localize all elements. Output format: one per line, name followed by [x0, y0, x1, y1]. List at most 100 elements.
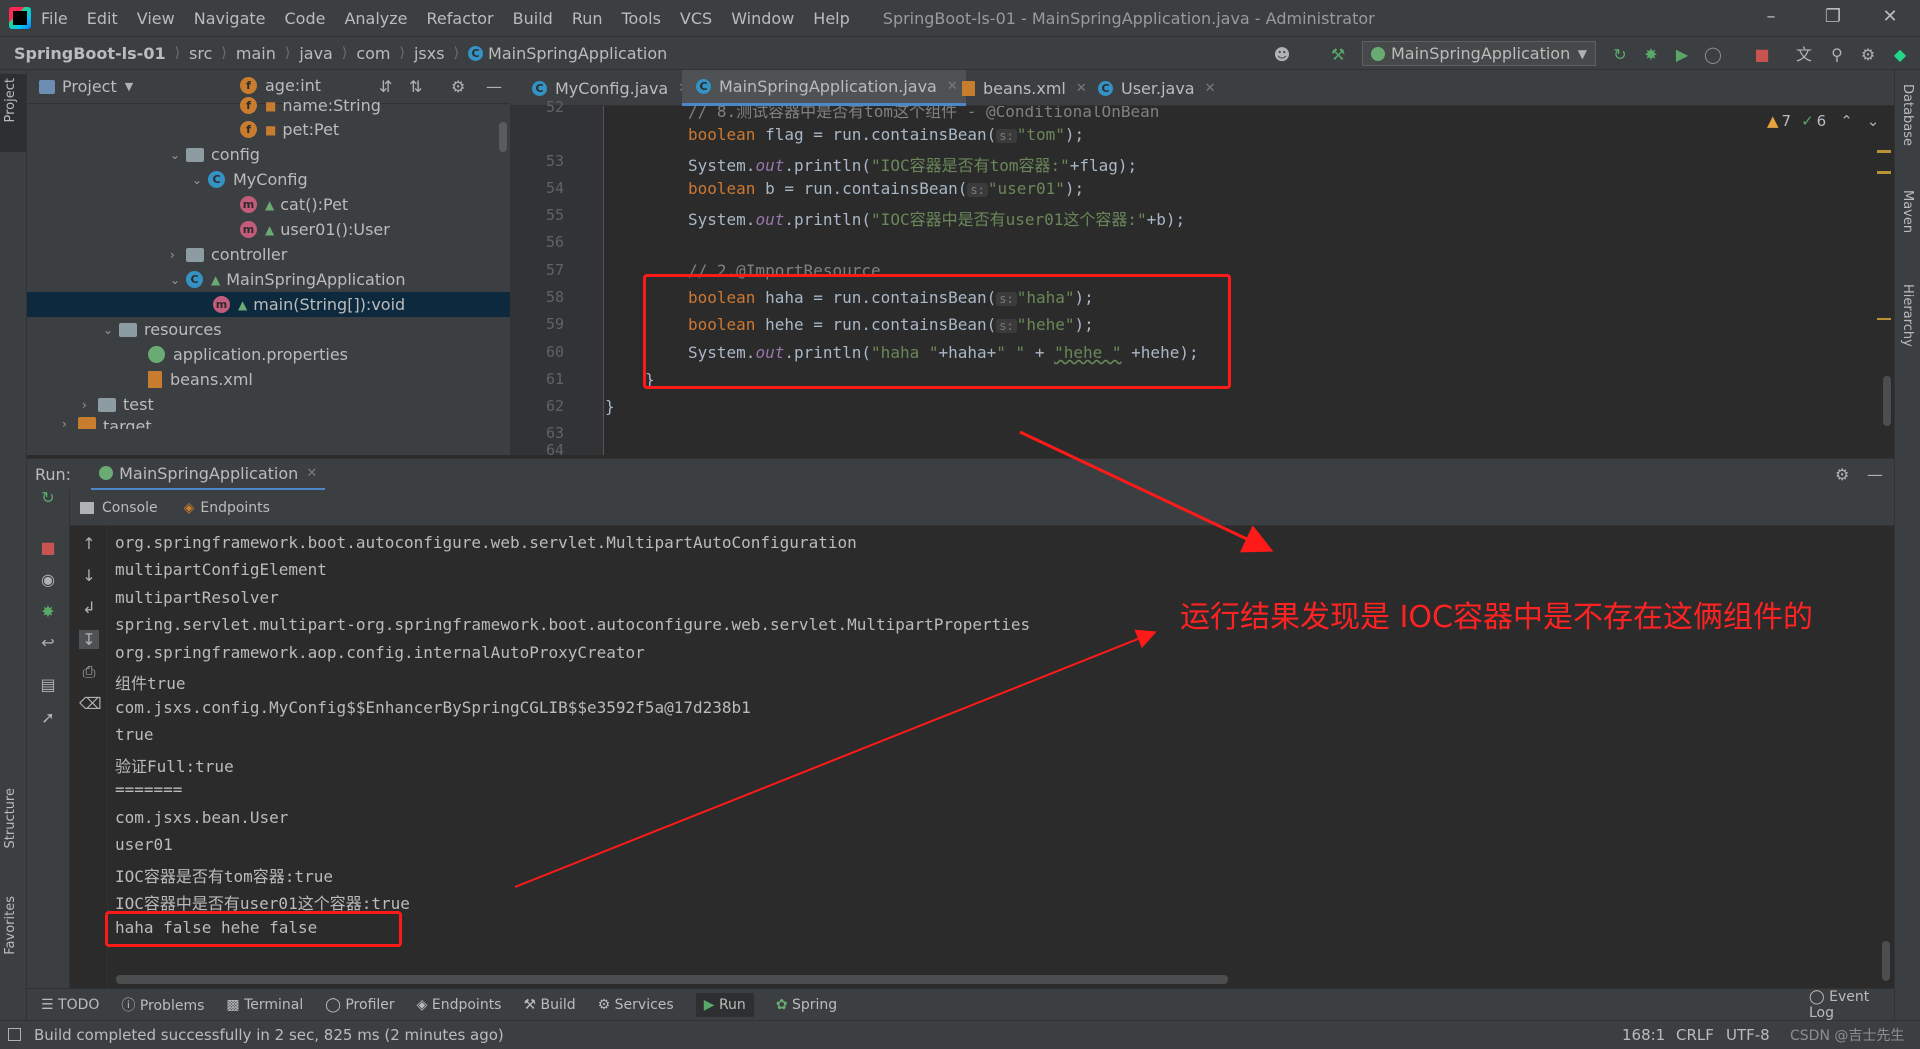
gear-icon[interactable]: ⚙ [1858, 45, 1878, 65]
chevron-down-icon[interactable]: ▼ [125, 80, 133, 93]
stop-icon[interactable]: ■ [1752, 45, 1772, 65]
breadcrumb-src[interactable]: src [189, 44, 212, 63]
tool-tab-todo[interactable]: ☰ TODO [41, 997, 99, 1013]
tool-tab-endpoints[interactable]: ◈ Endpoints [417, 997, 502, 1013]
menu-analyze[interactable]: Analyze [344, 9, 407, 28]
maven-tool-tab[interactable]: Maven [1900, 190, 1915, 233]
chevron-down-icon[interactable]: ⌄ [170, 273, 186, 287]
menu-help[interactable]: Help [813, 9, 849, 28]
trash-icon[interactable]: ⌫ [79, 694, 102, 713]
chevron-up-icon[interactable]: ⌃ [1840, 112, 1853, 130]
tree-item[interactable]: ⌄ C MyConfig [192, 167, 308, 192]
menu-tools[interactable]: Tools [622, 9, 661, 28]
tree-item-selected[interactable]: m ▲ main(String[]):void [27, 292, 510, 317]
camera-icon[interactable]: ◉ [38, 570, 58, 589]
tool-tab-event-log[interactable]: ◯ Event Log [1809, 989, 1886, 1021]
chevron-down-icon[interactable]: ⌄ [170, 148, 186, 162]
debug-icon[interactable]: ✸ [1641, 45, 1661, 65]
status-toggle-icon[interactable] [8, 1028, 21, 1041]
tab-user[interactable]: C User.java ✕ [1084, 70, 1216, 106]
exit-icon[interactable]: ↩ [38, 633, 58, 652]
minimize-icon[interactable]: – [1760, 6, 1782, 27]
console-v-scrollbar[interactable] [1882, 941, 1890, 981]
stop-icon[interactable]: ■ [38, 538, 58, 557]
menu-code[interactable]: Code [285, 9, 326, 28]
breadcrumb-project[interactable]: SpringBoot-ls-01 [14, 44, 166, 63]
run-configuration-select[interactable]: MainSpringApplication ▼ [1362, 41, 1596, 66]
hide-panel-icon[interactable]: — [1867, 465, 1883, 484]
breadcrumb-jsxs[interactable]: jsxs [414, 44, 445, 63]
menu-refactor[interactable]: Refactor [427, 9, 494, 28]
chevron-right-icon[interactable]: › [170, 248, 186, 262]
layout-icon[interactable]: ▤ [38, 675, 58, 694]
line-separator[interactable]: CRLF [1676, 1026, 1714, 1044]
print-icon[interactable]: ⎙ [79, 662, 99, 682]
menu-edit[interactable]: Edit [87, 9, 118, 28]
menu-build[interactable]: Build [513, 9, 553, 28]
tool-tab-build[interactable]: ⚒ Build [523, 997, 575, 1013]
rerun-icon[interactable]: ↻ [38, 488, 58, 507]
collapse-all-icon[interactable]: ⇅ [409, 77, 422, 96]
plugin-icon[interactable]: ◆ [1890, 45, 1910, 65]
tool-tab-terminal[interactable]: ▩ Terminal [226, 997, 303, 1013]
tab-mainspringapplication[interactable]: C MainSpringApplication.java ✕ [682, 70, 966, 106]
caret-position[interactable]: 168:1 [1622, 1026, 1665, 1044]
inspection-widget[interactable]: ▲ 7 ✓ 6 ⌃ ⌄ [1767, 112, 1879, 130]
tree-item[interactable]: ⌄ C ▲ MainSpringApplication [170, 267, 405, 292]
subtab-endpoints[interactable]: ◈ Endpoints [184, 500, 270, 516]
hammer-build-icon[interactable]: ⚒ [1328, 45, 1348, 65]
tool-tab-problems[interactable]: ⓘ Problems [121, 995, 204, 1015]
menu-view[interactable]: View [137, 9, 175, 28]
profile-icon[interactable]: ◯ [1703, 45, 1723, 65]
menu-vcs[interactable]: VCS [680, 9, 712, 28]
close-tab-icon[interactable]: ✕ [1205, 81, 1216, 96]
menu-navigate[interactable]: Navigate [194, 9, 266, 28]
expand-all-icon[interactable]: ⇵ [379, 77, 392, 96]
debug-icon[interactable]: ✸ [38, 602, 58, 621]
coverage-icon[interactable]: ▶ [1672, 45, 1692, 65]
hierarchy-tool-tab[interactable]: Hierarchy [1900, 284, 1915, 347]
tree-item[interactable]: › controller [170, 242, 287, 267]
tool-tab-profiler[interactable]: ◯ Profiler [325, 997, 394, 1013]
subtab-console[interactable]: Console [80, 500, 158, 516]
file-encoding[interactable]: UTF-8 [1726, 1026, 1770, 1044]
chevron-down-icon[interactable]: ⌄ [103, 323, 119, 337]
gear-icon[interactable]: ⚙ [451, 77, 465, 96]
breadcrumb-main[interactable]: main [236, 44, 276, 63]
chevron-right-icon[interactable]: › [82, 398, 98, 412]
chevron-down-icon[interactable]: ⌄ [192, 173, 208, 187]
close-tab-icon[interactable]: ✕ [306, 466, 317, 481]
translate-icon[interactable]: 文 [1794, 45, 1814, 65]
search-icon[interactable]: ⚲ [1827, 45, 1847, 65]
pin-icon[interactable]: ➚ [38, 708, 58, 727]
tree-item[interactable]: › test [82, 392, 154, 417]
favorites-tool-tab[interactable]: Favorites [3, 896, 18, 955]
warning-stripe-mark[interactable] [1877, 150, 1891, 174]
database-tool-tab[interactable]: Database [1900, 84, 1915, 146]
chevron-down-icon[interactable]: ⌄ [1867, 112, 1880, 130]
tree-item[interactable]: f ■ pet:Pet [240, 117, 339, 142]
project-panel-title[interactable]: Project [62, 77, 117, 96]
tree-item[interactable]: beans.xml [148, 367, 253, 392]
user-icon[interactable]: ☻ [1272, 45, 1292, 65]
soft-wrap-icon[interactable]: ↲ [79, 598, 99, 617]
tree-item[interactable]: m ▲ user01():User [240, 217, 390, 242]
tree-item[interactable]: m ▲ cat():Pet [240, 192, 348, 217]
tree-item[interactable]: › target [62, 417, 152, 429]
scroll-to-end-icon[interactable]: ↧ [79, 630, 99, 649]
tree-scrollbar[interactable] [499, 122, 507, 152]
breadcrumb-java[interactable]: java [299, 44, 333, 63]
tool-tab-spring[interactable]: ✿ Spring [776, 997, 837, 1013]
tool-tab-run[interactable]: ▶ Run [695, 992, 754, 1017]
editor-scrollbar[interactable] [1883, 376, 1891, 426]
restore-icon[interactable]: ❐ [1822, 6, 1844, 27]
tree-item[interactable]: ⌄ config [170, 142, 260, 167]
tree-item[interactable]: f ■ name:String [240, 93, 381, 118]
warning-stripe-mark[interactable] [1877, 318, 1891, 320]
menu-run[interactable]: Run [572, 9, 603, 28]
rerun-icon[interactable]: ↻ [1610, 45, 1630, 65]
breadcrumb-class[interactable]: MainSpringApplication [488, 44, 667, 63]
chevron-right-icon[interactable]: › [62, 417, 78, 429]
breadcrumb-com[interactable]: com [356, 44, 390, 63]
tree-item[interactable]: application.properties [148, 342, 348, 367]
